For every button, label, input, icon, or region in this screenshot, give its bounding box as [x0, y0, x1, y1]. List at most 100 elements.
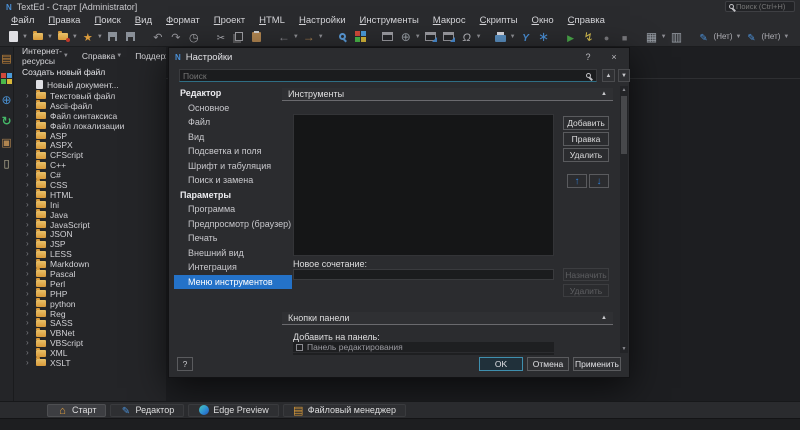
- nav-parameters[interactable]: Параметры: [174, 188, 292, 203]
- nav-preview[interactable]: Предпросмотр (браузер): [174, 217, 292, 232]
- open-file-button[interactable]: ▼: [29, 27, 54, 47]
- expand-chevron-icon[interactable]: ›: [26, 132, 32, 140]
- file-type-item[interactable]: › VBNet: [14, 328, 166, 338]
- layout-columns-button[interactable]: ▼: [668, 27, 686, 47]
- panel-option-row[interactable]: Панель редактирования: [293, 342, 554, 352]
- panel-buttons-section-header[interactable]: Кнопки панели ▲: [282, 312, 613, 325]
- menu-item[interactable]: Скрипты: [473, 15, 525, 26]
- menu-item[interactable]: Окно: [525, 15, 561, 26]
- export-window-2-button[interactable]: ▼: [440, 27, 458, 47]
- file-type-item[interactable]: › VBScript: [14, 338, 166, 348]
- settings-search-box[interactable]: [179, 69, 597, 82]
- forward-button[interactable]: ▼: [300, 27, 325, 47]
- window-view-button[interactable]: ▼: [379, 27, 397, 47]
- tools-listbox[interactable]: [293, 114, 554, 256]
- scroll-down-icon[interactable]: ▼: [620, 345, 628, 353]
- expand-chevron-icon[interactable]: ›: [26, 359, 32, 367]
- ok-button[interactable]: OK: [479, 357, 523, 371]
- menu-item[interactable]: Поиск: [87, 15, 127, 26]
- tab-editor[interactable]: Редактор: [110, 404, 184, 417]
- delete-tool-button[interactable]: Удалить: [563, 148, 609, 162]
- menu-item[interactable]: Вид: [128, 15, 159, 26]
- collapse-icon[interactable]: ▲: [601, 91, 607, 97]
- panel-clipboard[interactable]: [0, 156, 13, 169]
- expand-chevron-icon[interactable]: ›: [26, 230, 32, 238]
- panel-styles[interactable]: [0, 72, 13, 85]
- collapse-icon[interactable]: ▲: [601, 315, 607, 321]
- panel-file-list[interactable]: [0, 51, 13, 64]
- tab-file-manager[interactable]: Файловый менеджер: [283, 404, 406, 417]
- menu-item[interactable]: Настройки: [292, 15, 353, 26]
- expand-chevron-icon[interactable]: ›: [26, 280, 32, 288]
- scroll-up-icon[interactable]: ▲: [620, 86, 628, 94]
- expand-chevron-icon[interactable]: ›: [26, 240, 32, 248]
- edit-tool-button[interactable]: Правка: [563, 132, 609, 146]
- file-type-item[interactable]: › CFScript: [14, 150, 166, 160]
- expand-chevron-icon[interactable]: ›: [26, 191, 32, 199]
- dialog-scrollbar[interactable]: ▲ ▼: [620, 86, 628, 353]
- nav-file[interactable]: Файл: [174, 115, 292, 130]
- layout-grid-button[interactable]: ▼: [643, 27, 668, 47]
- file-type-item[interactable]: › ASPX: [14, 140, 166, 150]
- expand-chevron-icon[interactable]: ›: [26, 211, 32, 219]
- tab-edge-preview[interactable]: Edge Preview: [188, 404, 279, 417]
- new-file-button[interactable]: ▼: [4, 27, 29, 47]
- quick-run-button[interactable]: ▼: [580, 27, 598, 47]
- expand-chevron-icon[interactable]: ›: [26, 181, 32, 189]
- expand-chevron-icon[interactable]: ›: [26, 270, 32, 278]
- open-recent-button[interactable]: ▼: [54, 27, 79, 47]
- dialog-footer-help-button[interactable]: ?: [177, 357, 193, 371]
- scrollbar-thumb[interactable]: [621, 96, 627, 154]
- panel-sync[interactable]: [0, 114, 13, 127]
- nav-search[interactable]: Поиск и замена: [174, 173, 292, 188]
- menu-item[interactable]: Проект: [207, 15, 252, 26]
- dialog-help-button[interactable]: ?: [579, 50, 597, 64]
- expand-chevron-icon[interactable]: ›: [26, 349, 32, 357]
- nav-editor[interactable]: Редактор: [174, 86, 292, 101]
- nav-appearance[interactable]: Внешний вид: [174, 246, 292, 261]
- cut-button[interactable]: ▼: [212, 27, 230, 47]
- menu-item[interactable]: HTML: [252, 15, 292, 26]
- search-next-button[interactable]: ▼: [618, 69, 630, 82]
- expand-chevron-icon[interactable]: ›: [26, 329, 32, 337]
- menu-item[interactable]: Инструменты: [353, 15, 426, 26]
- expand-chevron-icon[interactable]: ›: [26, 221, 32, 229]
- quick-search-box[interactable]: [725, 1, 795, 12]
- settings-search-input[interactable]: [183, 71, 586, 81]
- panel-option-row-partial[interactable]: [293, 353, 554, 355]
- dialog-close-button[interactable]: ×: [605, 50, 623, 64]
- add-tool-button[interactable]: Добавить: [563, 116, 609, 130]
- move-up-button[interactable]: ↑: [567, 174, 587, 188]
- print-button[interactable]: ▼: [492, 27, 517, 47]
- expand-chevron-icon[interactable]: ›: [26, 122, 32, 130]
- file-type-item[interactable]: › SASS: [14, 318, 166, 328]
- expand-chevron-icon[interactable]: ›: [26, 151, 32, 159]
- nav-font[interactable]: Шрифт и табуляция: [174, 159, 292, 174]
- macro-slot-2[interactable]: (Нет) ▼: [742, 27, 790, 47]
- menu-item[interactable]: Правка: [41, 15, 87, 26]
- cancel-button[interactable]: Отмена: [527, 357, 569, 371]
- tools-section-header[interactable]: Инструменты ▲: [282, 88, 613, 101]
- favorites-button[interactable]: ▼: [79, 27, 104, 47]
- nav-general[interactable]: Основное: [174, 101, 292, 116]
- special-chars-button[interactable]: ▼: [458, 27, 483, 47]
- search-button[interactable]: ▼: [334, 27, 352, 47]
- checkbox[interactable]: [296, 355, 303, 356]
- nav-integration[interactable]: Интеграция: [174, 260, 292, 275]
- nav-highlight[interactable]: Подсветка и поля: [174, 144, 292, 159]
- format-button[interactable]: ▼: [535, 27, 553, 47]
- panel-window[interactable]: [0, 135, 13, 148]
- macro-slot-1[interactable]: (Нет) ▼: [695, 27, 743, 47]
- stop-macro-button[interactable]: ▼: [616, 27, 634, 47]
- menu-item[interactable]: Файл: [4, 15, 41, 26]
- expand-chevron-icon[interactable]: ›: [26, 260, 32, 268]
- expand-chevron-icon[interactable]: ›: [26, 300, 32, 308]
- expand-chevron-icon[interactable]: ›: [26, 310, 32, 318]
- expand-chevron-icon[interactable]: ›: [26, 102, 32, 110]
- expand-chevron-icon[interactable]: ›: [26, 141, 32, 149]
- nav-program[interactable]: Программа: [174, 202, 292, 217]
- expand-chevron-icon[interactable]: ›: [26, 290, 32, 298]
- redo-button[interactable]: ▼: [167, 27, 185, 47]
- sidebar-link[interactable]: Справка ▼: [82, 51, 122, 61]
- file-type-item[interactable]: › LESS: [14, 249, 166, 259]
